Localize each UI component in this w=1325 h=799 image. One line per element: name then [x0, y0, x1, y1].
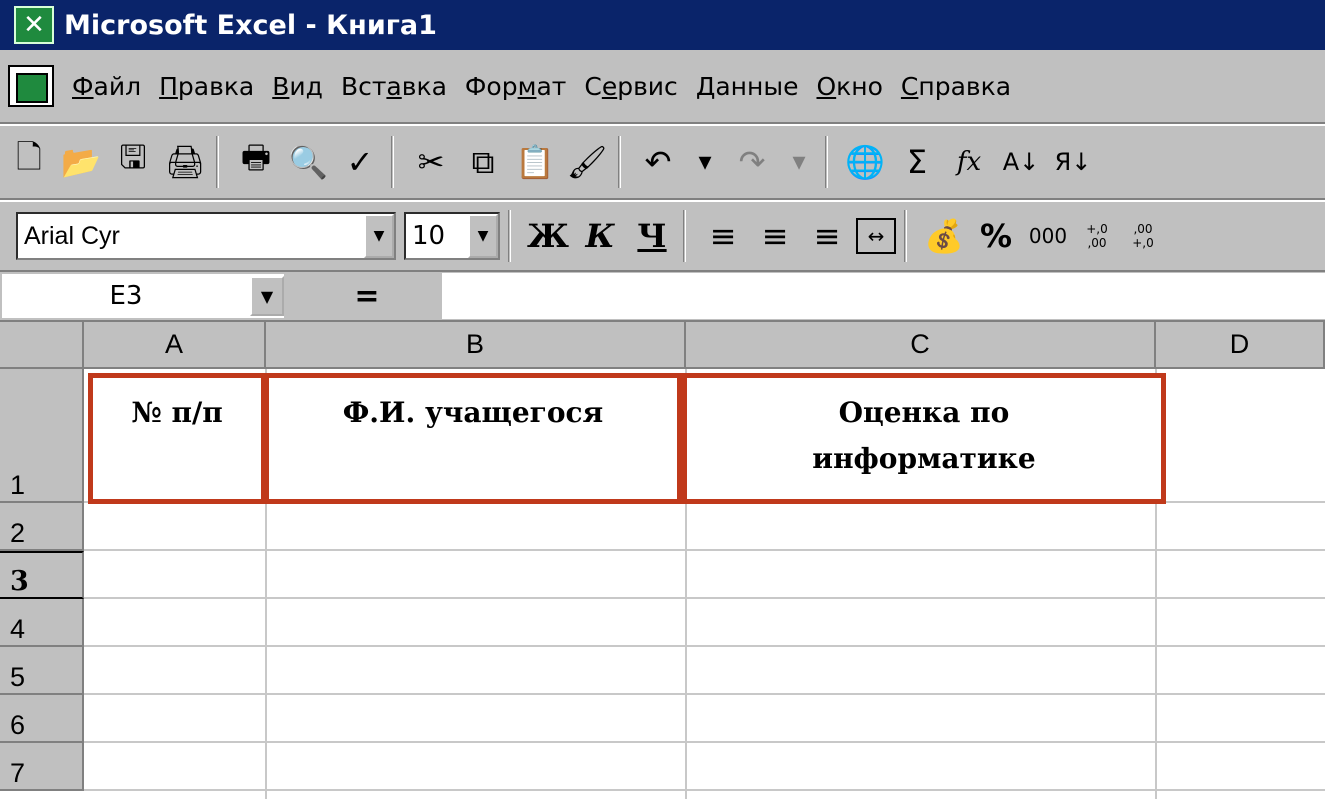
gridline-horizontal — [84, 597, 1325, 599]
chevron-down-icon[interactable]: ▼ — [468, 214, 498, 258]
gridline-horizontal — [84, 645, 1325, 647]
name-box[interactable]: E3 ▼ — [2, 274, 284, 318]
name-box-value: E3 — [109, 281, 143, 311]
increase-decimal-button[interactable]: +,0 ,00 — [1077, 211, 1117, 261]
title-bar: ✕ Microsoft Excel - Книга1 — [0, 0, 1325, 50]
font-size-select[interactable]: 10 ▼ — [404, 212, 500, 260]
gridline-horizontal — [84, 789, 1325, 791]
formula-bar: E3 ▼ = — [0, 272, 1325, 322]
comma-style-button[interactable]: 000 — [1025, 211, 1071, 261]
header-cell-c[interactable]: Оценка по информатике — [682, 373, 1166, 504]
menu-item[interactable]: Справка — [901, 72, 1011, 101]
row-header-4[interactable]: 4 — [0, 599, 84, 647]
new-document-icon[interactable]: 🗋 — [6, 137, 52, 187]
undo-dropdown-icon[interactable]: ▾ — [687, 137, 723, 187]
menu-item[interactable]: Вид — [272, 72, 323, 101]
sort-ascending-icon[interactable]: A↓ — [998, 137, 1044, 187]
row-header-3[interactable]: 3 — [0, 551, 84, 599]
menu-item[interactable]: Файл — [72, 72, 141, 101]
window-title: Microsoft Excel - Книга1 — [64, 9, 437, 41]
menu-item[interactable]: Окно — [816, 72, 882, 101]
toolbar-separator — [825, 136, 828, 188]
row-header-2[interactable]: 2 — [0, 503, 84, 551]
formula-input[interactable] — [442, 273, 1325, 319]
web-toolbar-icon[interactable]: 🌐 — [842, 137, 888, 187]
function-icon[interactable]: fx — [946, 137, 992, 187]
column-header-c[interactable]: C — [686, 322, 1156, 369]
formatting-toolbar: Arial Cyr ▼ 10 ▼ Ж К Ч ≡ ≡ ≡ ↔ 💰 % 000 +… — [0, 200, 1325, 272]
menu-bar: Файл Правка Вид Вставка Формат Сервис Данные Ок… — [0, 50, 1325, 124]
currency-icon[interactable]: 💰 — [921, 211, 967, 261]
toolbar-separator — [508, 210, 511, 262]
select-all-button[interactable] — [0, 322, 84, 369]
spelling-icon[interactable]: ✓ — [337, 137, 383, 187]
row-header-7[interactable]: 7 — [0, 743, 84, 791]
format-painter-icon[interactable]: 🖌 — [564, 137, 610, 187]
column-header-b[interactable]: B — [266, 322, 686, 369]
menu-item[interactable]: Данные — [696, 72, 799, 101]
align-right-icon[interactable]: ≡ — [804, 211, 850, 261]
underline-button[interactable]: Ч — [629, 211, 675, 261]
font-name-value: Arial Cyr — [24, 221, 120, 250]
autosum-icon[interactable]: Σ — [894, 137, 940, 187]
redo-icon[interactable]: ↷ — [729, 137, 775, 187]
print-icon[interactable]: 🖶 — [233, 137, 279, 187]
fax-icon[interactable]: 🖨 — [162, 137, 208, 187]
chevron-down-icon[interactable]: ▼ — [364, 214, 394, 258]
toolbar-separator — [391, 136, 394, 188]
font-size-value: 10 — [412, 221, 446, 251]
gridline-horizontal — [84, 693, 1325, 695]
align-center-icon[interactable]: ≡ — [752, 211, 798, 261]
cut-icon[interactable]: ✂ — [408, 137, 454, 187]
menu-item[interactable]: Вставка — [341, 72, 447, 101]
excel-app-icon[interactable]: ✕ — [14, 6, 54, 44]
open-folder-icon[interactable]: 📂 — [58, 137, 104, 187]
copy-icon[interactable]: ⧉ — [460, 137, 506, 187]
percent-button[interactable]: % — [973, 211, 1019, 261]
decrease-decimal-button[interactable]: ,00 +,0 — [1123, 211, 1163, 261]
header-cell-a[interactable]: № п/п — [88, 373, 266, 504]
align-left-icon[interactable]: ≡ — [700, 211, 746, 261]
toolbar-separator — [216, 136, 219, 188]
document-icon[interactable] — [8, 65, 54, 107]
menu-item[interactable]: Правка — [159, 72, 254, 101]
print-preview-icon[interactable]: 🔍 — [285, 137, 331, 187]
row-header-5[interactable]: 5 — [0, 647, 84, 695]
edit-formula-button[interactable]: = — [292, 274, 442, 318]
italic-button[interactable]: К — [577, 211, 623, 261]
paste-icon[interactable]: 📋 — [512, 137, 558, 187]
worksheet-grid[interactable]: A B C D 1 2 3 4 5 6 7 № п/п Ф.И. учащегося Оценка по … — [0, 322, 1325, 799]
save-icon[interactable]: 🖫 — [110, 137, 156, 187]
row-header-6[interactable]: 6 — [0, 695, 84, 743]
menu-item[interactable]: Формат — [465, 72, 566, 101]
merge-center-icon[interactable]: ↔ — [856, 218, 896, 254]
column-header-a[interactable]: A — [84, 322, 266, 369]
redo-dropdown-icon[interactable]: ▾ — [781, 137, 817, 187]
bold-button[interactable]: Ж — [525, 211, 571, 261]
toolbar-separator — [683, 210, 686, 262]
chevron-down-icon[interactable]: ▼ — [250, 276, 284, 316]
undo-icon[interactable]: ↶ — [635, 137, 681, 187]
header-cell-b[interactable]: Ф.И. учащегося — [264, 373, 682, 504]
font-name-select[interactable]: Arial Cyr ▼ — [16, 212, 396, 260]
gridline-horizontal — [84, 549, 1325, 551]
menu-item[interactable]: Сервис — [584, 72, 677, 101]
toolbar-separator — [904, 210, 907, 262]
row-header-1[interactable]: 1 — [0, 369, 84, 503]
standard-toolbar: 🗋 📂 🖫 🖨 🖶 🔍 ✓ ✂ ⧉ 📋 🖌 ↶ ▾ ↷ ▾ 🌐 Σ fx A↓ … — [0, 124, 1325, 200]
sort-descending-icon[interactable]: Я↓ — [1050, 137, 1096, 187]
gridline-horizontal — [84, 741, 1325, 743]
column-header-d[interactable]: D — [1156, 322, 1325, 369]
toolbar-separator — [618, 136, 621, 188]
